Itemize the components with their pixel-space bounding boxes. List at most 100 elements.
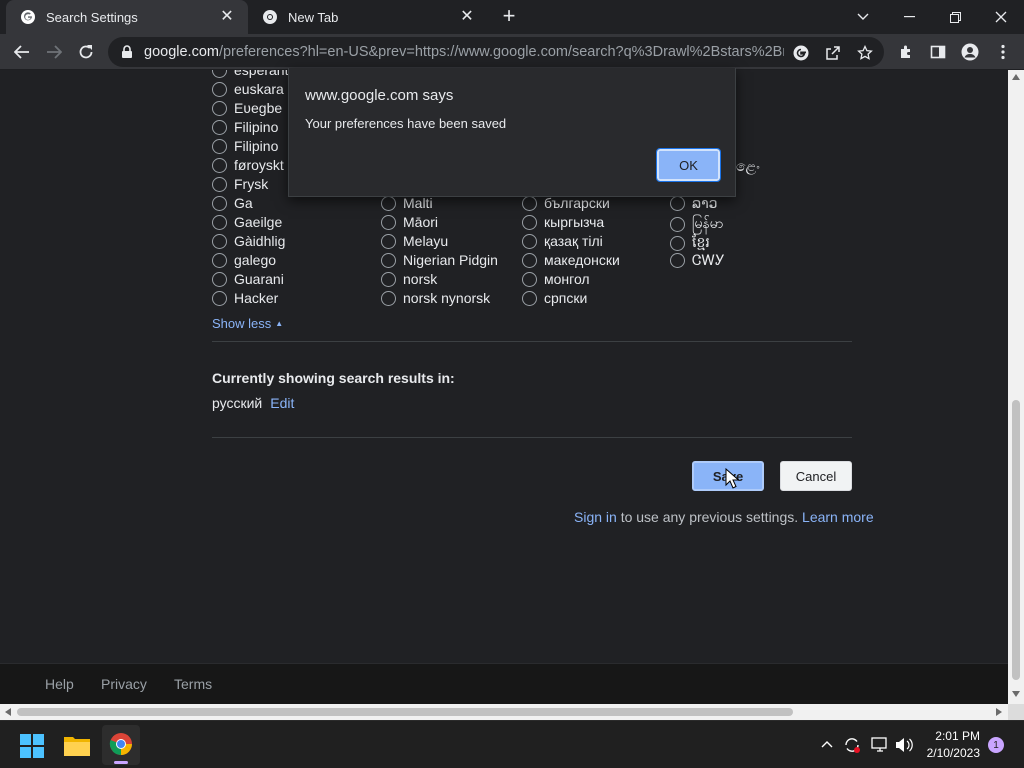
language-option[interactable]: кыргызча (522, 214, 604, 230)
tray-chevron-up-icon[interactable] (821, 740, 833, 748)
language-option[interactable]: မြန်မာ (670, 214, 723, 235)
scroll-up-arrow-icon[interactable] (1012, 74, 1020, 80)
side-panel-icon[interactable] (923, 37, 953, 67)
new-tab-button[interactable]: + (498, 5, 520, 28)
radio-button[interactable] (670, 217, 685, 232)
language-option[interactable]: қазақ тілі (522, 233, 603, 249)
sign-in-link[interactable]: Sign in (574, 509, 617, 525)
radio-button[interactable] (212, 290, 227, 306)
radio-button[interactable] (381, 290, 396, 306)
radio-button[interactable] (212, 138, 227, 154)
language-option[interactable]: македонски (522, 252, 620, 268)
clock-date[interactable]: 2/10/2023 (910, 746, 980, 760)
radio-button[interactable] (381, 233, 396, 249)
language-option[interactable]: Gaeilge (212, 214, 282, 230)
radio-button[interactable] (212, 70, 227, 78)
extensions-icon[interactable] (891, 37, 921, 67)
language-option[interactable]: Guarani (212, 271, 284, 287)
lock-icon[interactable] (120, 45, 134, 59)
network-icon[interactable] (871, 737, 889, 753)
clock-time[interactable]: 2:01 PM (910, 729, 980, 743)
notification-badge[interactable]: 1 (988, 737, 1004, 753)
language-option[interactable]: Eʋegbe (212, 100, 282, 116)
tab-search-chevron-icon[interactable] (840, 4, 886, 30)
radio-button[interactable] (381, 252, 396, 268)
radio-button[interactable] (522, 233, 537, 249)
restore-icon[interactable] (932, 4, 978, 30)
forward-icon[interactable] (39, 37, 69, 67)
language-option[interactable]: euskara (212, 81, 284, 97)
reload-icon[interactable] (71, 37, 101, 67)
language-option[interactable]: ខ្មែរ (670, 233, 710, 254)
radio-button[interactable] (670, 236, 685, 251)
language-option[interactable]: Ga (212, 195, 253, 211)
radio-button[interactable] (212, 233, 227, 249)
edit-language-link[interactable]: Edit (270, 395, 294, 411)
scroll-down-arrow-icon[interactable] (1012, 691, 1020, 697)
language-option[interactable]: монгол (522, 271, 590, 287)
radio-button[interactable] (381, 214, 396, 230)
sync-icon[interactable] (843, 736, 861, 754)
file-explorer-icon[interactable] (64, 734, 90, 761)
footer-terms-link[interactable]: Terms (174, 676, 212, 692)
language-option[interactable]: ລາວ (670, 195, 718, 212)
language-option[interactable]: Māori (381, 214, 438, 230)
tab-search-settings[interactable]: Search Settings ✕ (6, 0, 248, 34)
footer-privacy-link[interactable]: Privacy (101, 676, 147, 692)
chrome-taskbar-button[interactable] (102, 725, 140, 765)
language-option[interactable]: Frysk (212, 176, 268, 192)
vertical-scrollbar[interactable] (1008, 70, 1024, 704)
language-option[interactable]: esperanto (212, 70, 296, 78)
address-bar[interactable]: google.com/preferences?hl=en-US&prev=htt… (108, 37, 884, 67)
google-lens-icon[interactable] (792, 44, 810, 62)
radio-button[interactable] (212, 81, 227, 97)
language-option[interactable]: български (522, 195, 610, 211)
footer-help-link[interactable]: Help (45, 676, 74, 692)
language-option[interactable]: Malti (381, 195, 433, 211)
radio-button[interactable] (381, 271, 396, 287)
language-option[interactable]: Filipino (212, 119, 278, 135)
windows-start-icon[interactable] (20, 734, 44, 763)
radio-button[interactable] (212, 157, 227, 173)
bookmark-star-icon[interactable] (856, 44, 874, 62)
dialog-ok-button[interactable]: OK (656, 148, 721, 182)
scroll-left-arrow-icon[interactable] (5, 708, 11, 716)
radio-button[interactable] (212, 195, 227, 211)
profile-avatar-icon[interactable] (955, 37, 985, 67)
language-option[interactable]: Hacker (212, 290, 278, 306)
horizontal-scroll-thumb[interactable] (17, 708, 793, 716)
learn-more-link[interactable]: Learn more (802, 509, 874, 525)
language-option[interactable]: føroyskt (212, 157, 284, 173)
language-option[interactable]: српски (522, 290, 587, 306)
radio-button[interactable] (522, 252, 537, 268)
language-option-partial[interactable]: ළෙං (736, 158, 760, 175)
vertical-scroll-thumb[interactable] (1012, 400, 1020, 680)
radio-button[interactable] (381, 195, 396, 211)
language-option[interactable]: ᏣᎳᎩ (670, 252, 725, 269)
tab-new-tab[interactable]: New Tab ✕ (248, 0, 488, 34)
close-tab-icon[interactable]: ✕ (458, 8, 476, 26)
radio-button[interactable] (212, 271, 227, 287)
scroll-right-arrow-icon[interactable] (996, 708, 1002, 716)
share-icon[interactable] (824, 44, 842, 62)
radio-button[interactable] (522, 271, 537, 287)
radio-button[interactable] (212, 100, 227, 116)
radio-button[interactable] (522, 290, 537, 306)
radio-button[interactable] (522, 195, 537, 211)
language-option[interactable]: norsk nynorsk (381, 290, 490, 306)
close-window-icon[interactable] (978, 4, 1024, 30)
language-option[interactable]: norsk (381, 271, 437, 287)
cancel-button[interactable]: Cancel (780, 461, 852, 491)
show-less-link[interactable]: Show less ▲ (212, 316, 283, 331)
horizontal-scrollbar[interactable] (0, 704, 1008, 720)
radio-button[interactable] (212, 214, 227, 230)
radio-button[interactable] (212, 119, 227, 135)
radio-button[interactable] (670, 196, 685, 211)
back-icon[interactable] (7, 37, 37, 67)
radio-button[interactable] (522, 214, 537, 230)
language-option[interactable]: Gàidhlig (212, 233, 285, 249)
radio-button[interactable] (212, 252, 227, 268)
menu-kebab-icon[interactable] (988, 37, 1018, 67)
language-option[interactable]: Nigerian Pidgin (381, 252, 498, 268)
radio-button[interactable] (670, 253, 685, 268)
